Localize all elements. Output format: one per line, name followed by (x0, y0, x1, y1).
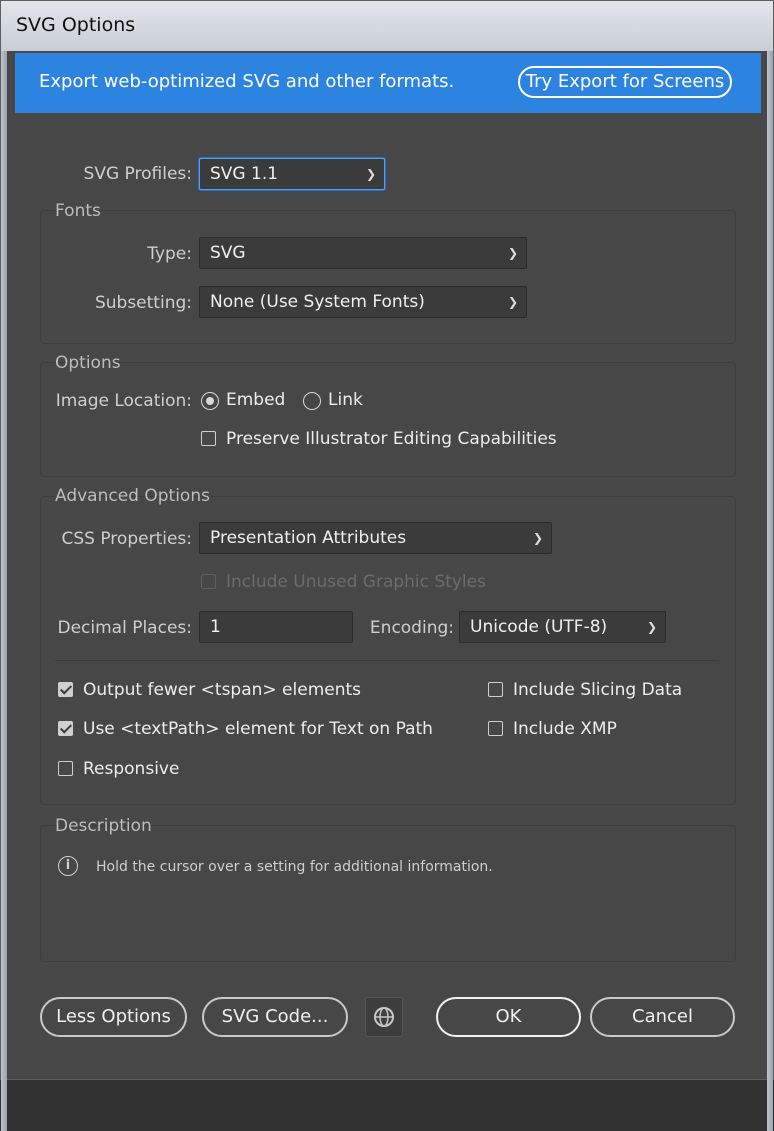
image-location-label: Image Location: (55, 391, 192, 411)
chevron-down-icon: ❯ (507, 295, 518, 309)
svg-profiles-label: SVG Profiles: (83, 164, 192, 184)
advanced-options-title: Advanced Options (55, 486, 210, 506)
options-group (40, 362, 736, 477)
use-textpath-checkbox[interactable] (58, 721, 73, 736)
ok-button[interactable]: OK (436, 997, 581, 1037)
use-textpath-label: Use <textPath> element for Text on Path (83, 719, 433, 739)
description-title: Description (55, 816, 152, 836)
description-text: Hold the cursor over a setting for addit… (96, 859, 493, 875)
globe-button[interactable] (365, 997, 403, 1037)
css-properties-select[interactable]: Presentation Attributes ❯ (199, 522, 552, 554)
include-xmp-checkbox[interactable] (488, 721, 503, 736)
svg-options-dialog: SVG Options Export web-optimized SVG and… (0, 0, 774, 1131)
svg-code-button[interactable]: SVG Code... (202, 997, 348, 1037)
fonts-group-title: Fonts (55, 201, 101, 221)
encoding-label: Encoding: (369, 618, 454, 638)
title-bar[interactable]: SVG Options (1, 1, 773, 51)
svg-profiles-value: SVG 1.1 (210, 164, 279, 184)
try-export-for-screens-button[interactable]: Try Export for Screens (518, 66, 732, 98)
subsetting-label: Subsetting: (94, 293, 192, 313)
preserve-editing-checkbox[interactable] (201, 431, 216, 446)
subsetting-select[interactable]: None (Use System Fonts) ❯ (199, 286, 527, 318)
info-icon: i (58, 856, 78, 876)
include-slicing-data-label: Include Slicing Data (513, 680, 683, 700)
embed-label: Embed (226, 390, 286, 410)
export-banner: Export web-optimized SVG and other forma… (15, 53, 761, 113)
description-group (40, 825, 736, 962)
chevron-down-icon: ❯ (532, 531, 543, 545)
dialog-body: SVG Profiles: SVG 1.1 ❯ Fonts Type: SVG … (15, 113, 761, 1073)
font-type-select[interactable]: SVG ❯ (199, 237, 527, 269)
link-radio[interactable] (303, 392, 321, 410)
cancel-button[interactable]: Cancel (590, 997, 735, 1037)
encoding-value: Unicode (UTF-8) (470, 617, 608, 637)
globe-icon (374, 1007, 394, 1027)
css-properties-value: Presentation Attributes (210, 528, 407, 548)
decimal-places-label: Decimal Places: (57, 618, 192, 638)
chevron-down-icon: ❯ (507, 246, 518, 260)
window-frame-right (767, 51, 773, 1131)
responsive-checkbox[interactable] (58, 761, 73, 776)
subsetting-value: None (Use System Fonts) (210, 292, 425, 312)
less-options-button[interactable]: Less Options (40, 997, 187, 1037)
divider (55, 660, 719, 661)
font-type-label: Type: (147, 244, 192, 264)
chevron-down-icon: ❯ (365, 167, 376, 181)
include-unused-styles-checkbox[interactable] (201, 574, 216, 589)
include-unused-styles-label: Include Unused Graphic Styles (226, 572, 486, 592)
decimal-places-value: 1 (210, 617, 221, 637)
link-label: Link (328, 390, 363, 410)
svg-profiles-select[interactable]: SVG 1.1 ❯ (199, 158, 385, 190)
decimal-places-input[interactable]: 1 (199, 611, 353, 643)
include-xmp-label: Include XMP (513, 719, 617, 739)
fonts-group (40, 210, 736, 344)
chevron-down-icon: ❯ (646, 620, 657, 634)
window-frame-left (1, 51, 7, 1131)
output-fewer-tspan-checkbox[interactable] (58, 682, 73, 697)
window-title: SVG Options (16, 14, 136, 36)
responsive-label: Responsive (83, 759, 180, 779)
options-group-title: Options (55, 353, 121, 373)
output-fewer-tspan-label: Output fewer <tspan> elements (83, 680, 362, 700)
font-type-value: SVG (210, 243, 246, 263)
preserve-editing-label: Preserve Illustrator Editing Capabilitie… (226, 429, 557, 449)
css-properties-label: CSS Properties: (61, 529, 193, 549)
encoding-select[interactable]: Unicode (UTF-8) ❯ (459, 611, 666, 643)
include-slicing-data-checkbox[interactable] (488, 682, 503, 697)
embed-radio[interactable] (201, 392, 219, 410)
banner-text: Export web-optimized SVG and other forma… (39, 71, 455, 92)
